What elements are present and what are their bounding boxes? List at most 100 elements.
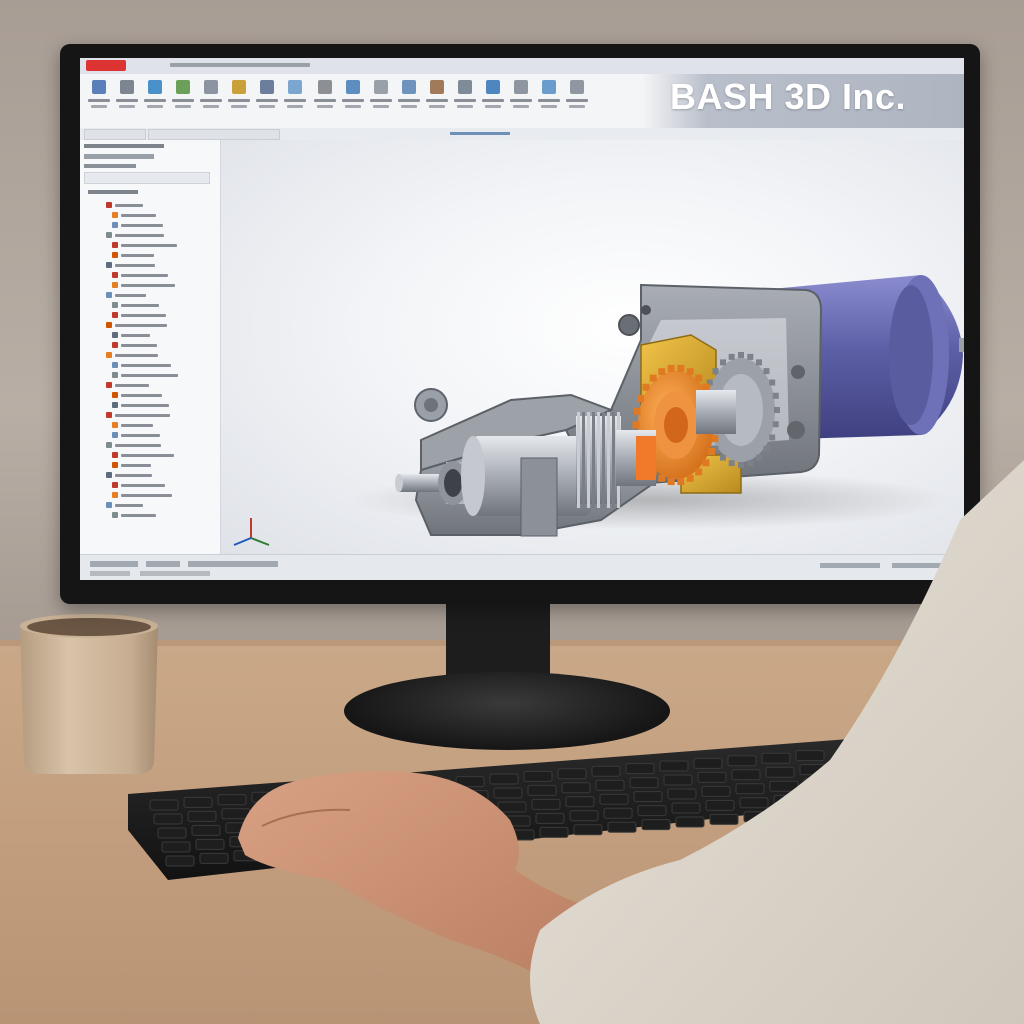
- tree-item[interactable]: [112, 252, 154, 258]
- tree-item[interactable]: [112, 342, 157, 348]
- ribbon-tool-icon: [120, 80, 134, 94]
- gear-tooth: [602, 412, 605, 508]
- gear-tooth: [686, 368, 694, 376]
- tree-item[interactable]: [112, 402, 169, 408]
- feature-tree-icon: [112, 312, 118, 318]
- ribbon-tool-button[interactable]: [88, 80, 110, 120]
- ribbon-tool-button[interactable]: [398, 80, 420, 120]
- tree-item[interactable]: [112, 212, 156, 218]
- tree-item[interactable]: [112, 222, 163, 228]
- ribbon-tool-button[interactable]: [200, 80, 222, 120]
- ribbon-tool-button[interactable]: [256, 80, 278, 120]
- ribbon-tool-button[interactable]: [116, 80, 138, 120]
- ribbon-tool-button[interactable]: [314, 80, 336, 120]
- feature-tree-icon: [106, 412, 112, 418]
- gear-tooth: [667, 364, 675, 372]
- monitor-stand-base: [344, 672, 670, 750]
- tree-item[interactable]: [112, 482, 165, 488]
- feature-tree-icon: [112, 372, 118, 378]
- gear-tooth: [738, 462, 744, 468]
- ribbon-tool-button[interactable]: [454, 80, 476, 120]
- axis-triad-icon: [233, 518, 270, 546]
- ribbon-tool-button[interactable]: [228, 80, 250, 120]
- tree-item[interactable]: [106, 442, 161, 448]
- gear-tooth: [677, 478, 685, 486]
- gear-tooth: [747, 353, 754, 360]
- ribbon-tool-icon: [260, 80, 274, 94]
- tree-item[interactable]: [112, 332, 150, 338]
- tree-item[interactable]: [112, 302, 159, 308]
- gear-tooth: [677, 364, 685, 372]
- ribbon-tool-icon: [570, 80, 584, 94]
- feature-tree-icon: [106, 442, 112, 448]
- ribbon-tool-button[interactable]: [144, 80, 166, 120]
- feature-tree-icon: [106, 262, 112, 268]
- gear-tooth: [637, 395, 645, 403]
- ribbon-tool-icon: [318, 80, 332, 94]
- tree-item[interactable]: [106, 352, 158, 358]
- ribbon-tool-button[interactable]: [510, 80, 532, 120]
- tree-item[interactable]: [112, 392, 162, 398]
- tree-item[interactable]: [106, 262, 155, 268]
- ribbon-tool-icon: [148, 80, 162, 94]
- ribbon-tool-icon: [204, 80, 218, 94]
- ribbon-tool-button[interactable]: [482, 80, 504, 120]
- tree-item[interactable]: [112, 242, 177, 248]
- tree-item[interactable]: [112, 372, 178, 378]
- tree-item[interactable]: [106, 202, 143, 208]
- gear-tooth: [695, 468, 703, 476]
- 3d-viewport[interactable]: [221, 140, 964, 554]
- ribbon-tool-button[interactable]: [566, 80, 588, 120]
- gear-tooth: [756, 359, 762, 366]
- tree-item[interactable]: [106, 502, 143, 508]
- tree-item[interactable]: [112, 452, 174, 458]
- gear-tooth: [582, 412, 585, 508]
- tree-item[interactable]: [106, 412, 170, 418]
- tree-item[interactable]: [112, 432, 160, 438]
- feature-tree-icon: [106, 472, 112, 478]
- tree-item[interactable]: [112, 312, 166, 318]
- tree-item[interactable]: [106, 472, 152, 478]
- ribbon-tool-button[interactable]: [284, 80, 306, 120]
- gear-tooth: [667, 478, 675, 486]
- feature-tree-icon: [112, 362, 118, 368]
- gear-tooth: [711, 435, 719, 443]
- tree-item[interactable]: [106, 322, 167, 328]
- tree-item[interactable]: [112, 282, 175, 288]
- tree-item[interactable]: [112, 362, 171, 368]
- ribbon-tool-button[interactable]: [538, 80, 560, 120]
- tree-item[interactable]: [112, 422, 153, 428]
- tree-item[interactable]: [112, 492, 172, 498]
- tree-item[interactable]: [106, 382, 149, 388]
- tree-item[interactable]: [112, 512, 156, 518]
- feature-tree-icon: [106, 292, 112, 298]
- tree-item[interactable]: [106, 232, 164, 238]
- tree-item[interactable]: [106, 292, 146, 298]
- coffee-mug: [20, 614, 158, 774]
- ribbon-tool-button[interactable]: [342, 80, 364, 120]
- gear-tooth: [756, 454, 762, 461]
- app-logo-icon[interactable]: [86, 60, 126, 71]
- document-tab[interactable]: [84, 129, 146, 140]
- ribbon-tool-button[interactable]: [370, 80, 392, 120]
- tree-item[interactable]: [112, 462, 151, 468]
- ribbon-tool-icon: [232, 80, 246, 94]
- gear-tooth: [769, 379, 776, 386]
- ribbon-tool-button[interactable]: [426, 80, 448, 120]
- gear-tooth: [747, 460, 754, 467]
- document-tab[interactable]: [148, 129, 280, 140]
- gear-tooth: [728, 353, 735, 360]
- title-bar: [80, 58, 964, 75]
- gear-tooth: [774, 407, 780, 413]
- ribbon-tool-icon: [176, 80, 190, 94]
- feature-tree-icon: [106, 352, 112, 358]
- gearbox-model[interactable]: [221, 140, 964, 554]
- gear-tooth: [597, 412, 600, 508]
- feature-tree-icon: [112, 212, 118, 218]
- tree-item[interactable]: [112, 272, 168, 278]
- gear-tooth: [633, 407, 641, 415]
- ribbon-tool-icon: [288, 80, 302, 94]
- feature-tree-icon: [106, 502, 112, 508]
- ribbon-tool-icon: [458, 80, 472, 94]
- ribbon-tool-button[interactable]: [172, 80, 194, 120]
